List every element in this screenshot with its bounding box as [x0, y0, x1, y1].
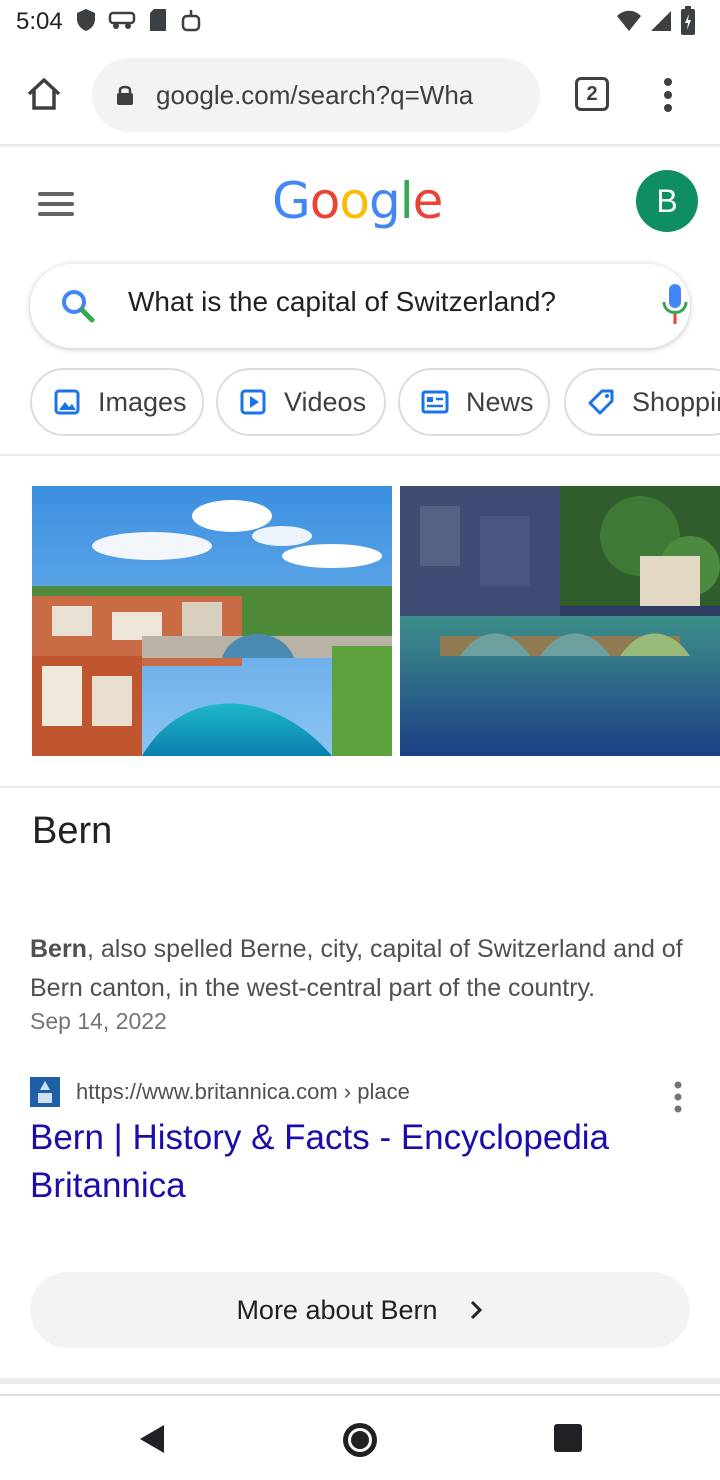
search-icon — [62, 290, 95, 323]
google-header: Google B — [0, 144, 720, 264]
tab-images[interactable]: Images — [30, 368, 204, 436]
browser-toolbar: google.com/search?q=Wha 2 — [0, 48, 720, 144]
bern-photo-2[interactable] — [400, 486, 720, 756]
snippet-text: , also spelled Berne, city, capital of S… — [30, 935, 683, 1002]
logo-letter: G — [272, 172, 311, 230]
result-more-icon[interactable] — [668, 1080, 688, 1114]
tab-videos[interactable]: Videos — [216, 368, 386, 436]
logo-letter: l — [399, 172, 414, 230]
search-tabs: Images Videos News Shoppin — [0, 368, 720, 440]
wifi-icon — [617, 10, 641, 31]
tab-news-label: News — [466, 386, 534, 417]
logo-letter: g — [368, 172, 401, 230]
status-notification-icons — [76, 8, 202, 32]
address-bar[interactable]: google.com/search?q=Wha — [92, 58, 540, 132]
more-vert-icon — [664, 78, 672, 112]
snippet-bold-term: Bern — [30, 935, 87, 963]
tab-images-label: Images — [98, 386, 187, 417]
tab-switcher-button[interactable]: 2 — [570, 72, 614, 116]
britannica-favicon-icon — [30, 1077, 60, 1107]
home-button[interactable] — [18, 68, 70, 120]
url-text: google.com/search?q=Wha — [156, 79, 474, 110]
lock-icon — [114, 83, 136, 107]
card-edge — [0, 1378, 720, 1384]
battery-icon — [681, 6, 695, 35]
answer-title: Bern — [32, 810, 113, 852]
tab-shopping-label: Shoppin — [632, 386, 720, 417]
tab-news[interactable]: News — [398, 368, 550, 436]
result-link[interactable]: Bern | History & Facts - Encyclopedia Br… — [30, 1114, 690, 1210]
microphone-icon[interactable] — [660, 280, 690, 330]
shield-icon — [77, 9, 95, 31]
more-about-button[interactable]: More about Bern — [30, 1272, 690, 1348]
hamburger-menu-icon[interactable] — [36, 188, 76, 220]
search-box[interactable]: What is the capital of Switzerland? — [30, 264, 690, 348]
home-icon — [27, 78, 61, 110]
status-time: 5:04 — [16, 8, 63, 35]
divider — [0, 786, 720, 788]
bern-photo-1[interactable] — [32, 486, 392, 756]
status-bar: 5:04 — [0, 0, 720, 48]
logo-letter: o — [309, 172, 341, 230]
tab-count: 2 — [575, 77, 609, 111]
chevron-right-icon — [470, 1300, 482, 1320]
divider — [0, 454, 720, 456]
news-icon — [420, 387, 450, 417]
search-input[interactable]: What is the capital of Switzerland? — [128, 286, 556, 318]
car-icon — [108, 11, 136, 29]
tab-videos-label: Videos — [284, 386, 367, 417]
source-url: https://www.britannica.com › place — [76, 1079, 410, 1104]
signal-icon — [651, 11, 671, 31]
system-nav-bar — [0, 1394, 720, 1480]
recents-icon[interactable] — [552, 1422, 584, 1454]
answer-snippet: Bern, also spelled Berne, city, capital … — [30, 930, 690, 1008]
logo-letter: o — [339, 172, 370, 230]
play-icon — [238, 387, 268, 417]
snippet-date: Sep 14, 2022 — [30, 1008, 167, 1034]
status-system-icons — [616, 6, 696, 36]
source-row[interactable]: https://www.britannica.com › place — [30, 1074, 700, 1110]
logo-letter: e — [412, 172, 444, 230]
robot-icon — [181, 10, 201, 32]
sd-card-icon — [150, 9, 166, 31]
more-about-label: More about Bern — [236, 1294, 438, 1325]
tag-icon — [586, 387, 616, 417]
page-content: Google B What is the capital of Switzerl… — [0, 144, 720, 1394]
tab-shopping[interactable]: Shoppin — [564, 368, 720, 436]
image-icon — [52, 387, 82, 417]
home-circle-icon[interactable] — [340, 1420, 380, 1460]
google-logo[interactable]: Google — [272, 172, 444, 230]
back-icon[interactable] — [136, 1422, 170, 1456]
account-avatar[interactable]: B — [636, 170, 698, 232]
browser-menu-button[interactable] — [650, 70, 686, 120]
